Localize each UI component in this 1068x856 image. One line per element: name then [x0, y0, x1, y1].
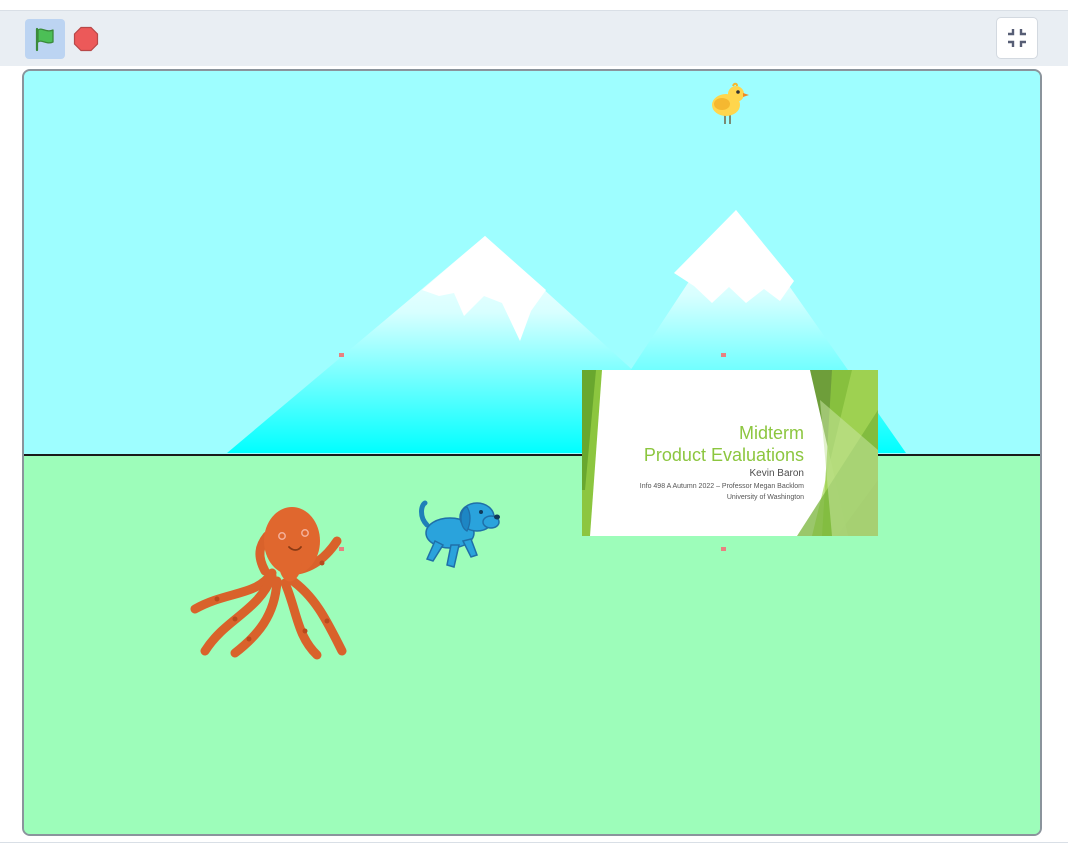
bottom-divider — [0, 842, 1068, 843]
stage-header — [0, 11, 1068, 66]
exit-fullscreen-icon — [1008, 29, 1026, 47]
octopus-sprite[interactable] — [187, 501, 353, 663]
slide-title-line1: Midterm — [738, 423, 804, 443]
dog-sprite[interactable] — [415, 497, 501, 573]
slide-university: University of Washington — [726, 494, 804, 501]
exit-fullscreen-button[interactable] — [996, 17, 1038, 59]
stage[interactable]: Midterm Product Evaluations Kevin Baron … — [22, 69, 1042, 836]
presentation-slide-sprite[interactable]: Midterm Product Evaluations Kevin Baron … — [582, 370, 878, 536]
slide-title: Midterm Product Evaluations — [644, 422, 804, 466]
backdrop — [24, 71, 1040, 834]
slide-author: Kevin Baron — [749, 468, 804, 479]
green-flag-icon — [35, 27, 54, 52]
chick-sprite[interactable] — [706, 81, 750, 127]
stop-icon — [73, 26, 99, 52]
ground — [24, 455, 1040, 834]
slide-title-line2: Product Evaluations — [643, 445, 804, 465]
stop-button[interactable] — [70, 19, 102, 59]
slide-subtitle: Info 498 A Autumn 2022 – Professor Megan… — [640, 481, 804, 503]
green-flag-button[interactable] — [25, 19, 65, 59]
slide-course-line: Info 498 A Autumn 2022 – Professor Megan… — [639, 483, 804, 490]
